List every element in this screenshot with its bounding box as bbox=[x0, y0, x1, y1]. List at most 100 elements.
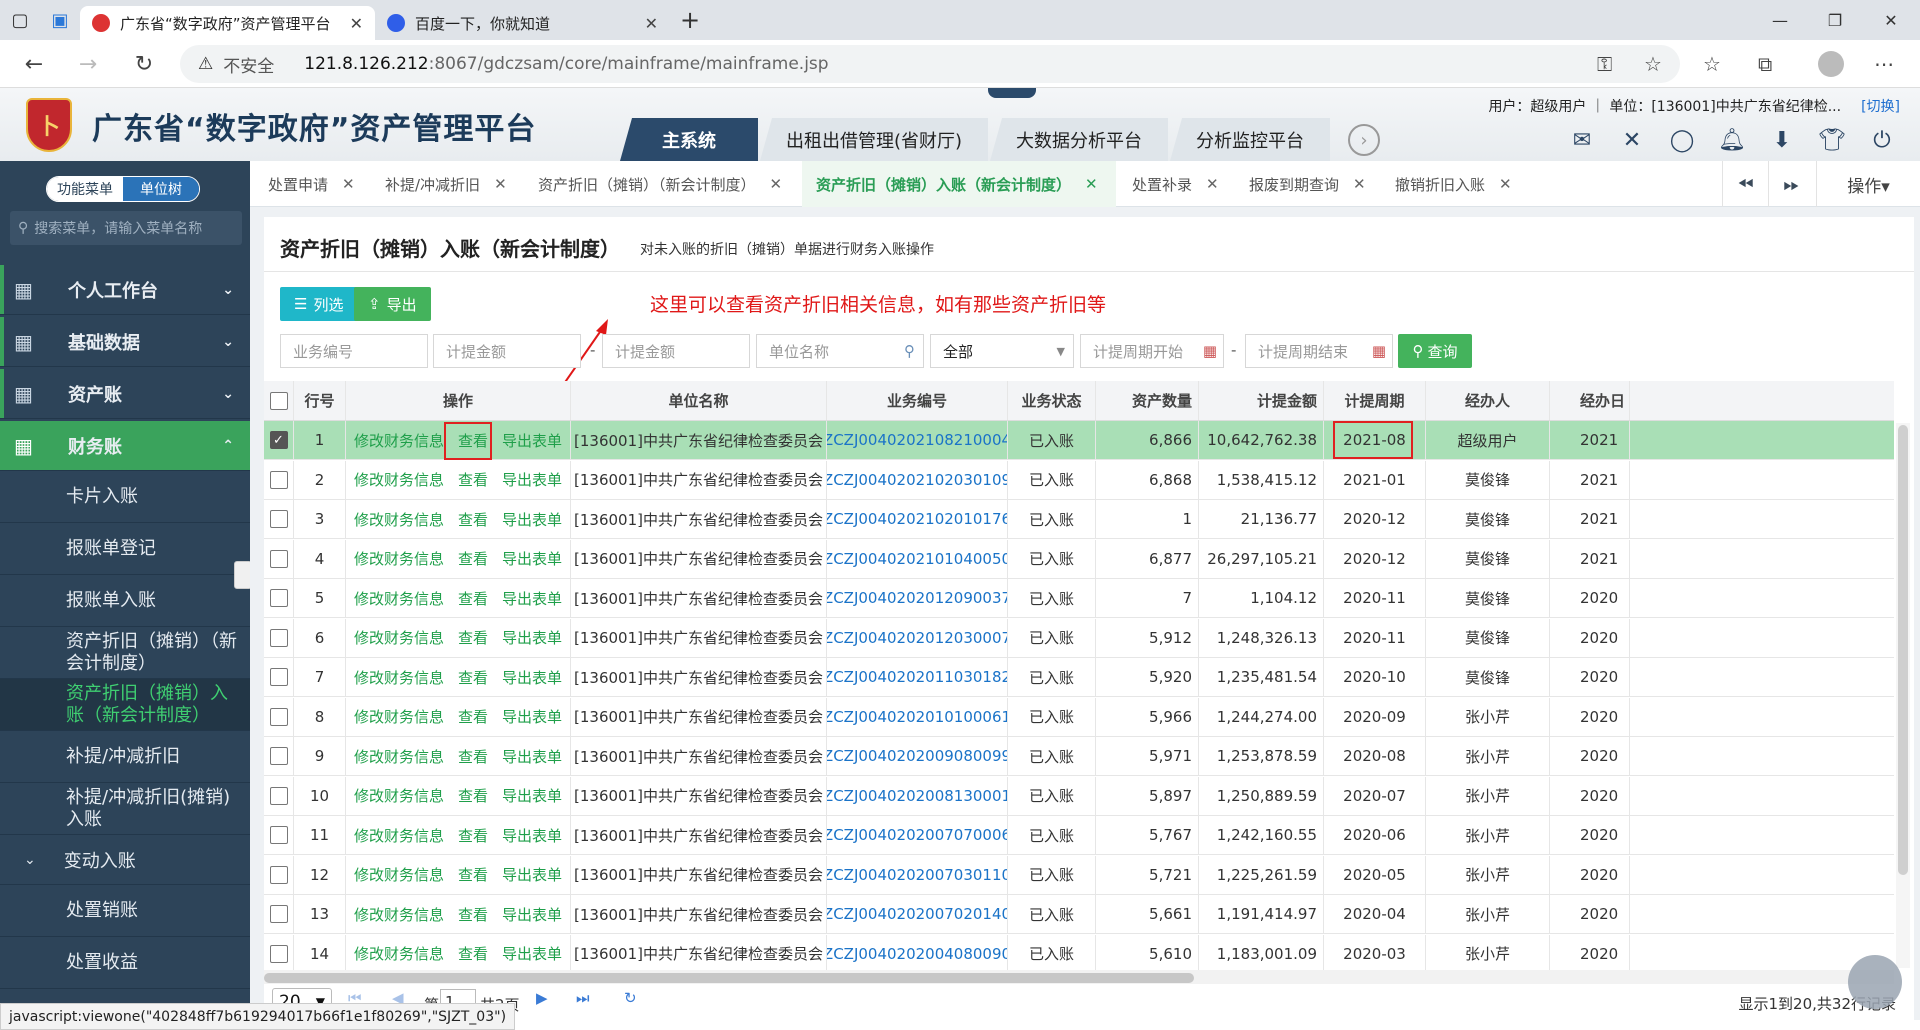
header-cell[interactable]: 计提金额 bbox=[1199, 381, 1324, 420]
seg-unit-tree[interactable]: 单位树 bbox=[123, 177, 199, 201]
table-row[interactable]: 修改财务信息 查看 导出表单 13 [136001]中共广东省纪律检查委员会 ZCZJ00… bbox=[264, 895, 1894, 934]
search-icon[interactable]: ◯ bbox=[1668, 126, 1696, 154]
edit-finance-link[interactable]: 修改财务信息 bbox=[354, 667, 444, 688]
refresh-icon[interactable]: ↻ bbox=[624, 989, 637, 1007]
export-form-link[interactable]: 导出表单 bbox=[502, 825, 562, 846]
tab-disposal-apply[interactable]: 处置申请 ✕ bbox=[268, 161, 355, 207]
export-form-link[interactable]: 导出表单 bbox=[502, 548, 562, 569]
download-icon[interactable]: ⬇ bbox=[1768, 126, 1796, 154]
close-icon[interactable]: ✕ bbox=[342, 175, 355, 193]
period-end-input[interactable]: 计提周期结束 ▦ bbox=[1245, 334, 1393, 368]
sidebar-item-disposal[interactable]: 处置销账 bbox=[0, 885, 250, 937]
table-row[interactable]: 修改财务信息 查看 导出表单 6 [136001]中共广东省纪律检查委员会 ZCZJ004… bbox=[264, 618, 1894, 658]
maximize-icon[interactable]: ❐ bbox=[1810, 0, 1860, 40]
sidebar-group-change-entry[interactable]: ⌄ 变动入账 bbox=[0, 835, 250, 885]
cell-biz-text[interactable]: ZCZJ0040202108210004 bbox=[827, 431, 1007, 449]
row-checkbox[interactable] bbox=[269, 628, 288, 647]
row-checkbox[interactable]: ✓ bbox=[269, 431, 288, 449]
table-row[interactable]: ✓ 修改财务信息 查看 导出表单 1 [136001]中共广东省纪律检查委员会 ZCZJ00… bbox=[264, 421, 1894, 460]
edit-finance-link[interactable]: 修改财务信息 bbox=[354, 469, 444, 490]
key-icon[interactable]: ⚿ bbox=[1597, 52, 1612, 76]
close-icon[interactable]: ✕ bbox=[1353, 175, 1366, 193]
header-cell[interactable]: 业务状态 bbox=[1008, 381, 1096, 420]
minimize-icon[interactable]: — bbox=[1755, 0, 1805, 40]
biz-no-input[interactable]: 业务编号 bbox=[280, 334, 428, 368]
view-link[interactable]: 查看 bbox=[458, 943, 488, 964]
export-form-link[interactable]: 导出表单 bbox=[502, 627, 562, 648]
next-page-icon[interactable]: ▶ bbox=[536, 989, 548, 1007]
browser-tab-active[interactable]: 广东省“数字政府”资产管理平台 ✕ bbox=[80, 6, 375, 40]
view-link[interactable]: 查看 bbox=[458, 509, 488, 530]
close-icon[interactable]: ✕ bbox=[1206, 175, 1219, 193]
view-link[interactable]: 查看 bbox=[458, 627, 488, 648]
header-cell[interactable]: 单位名称 bbox=[571, 381, 827, 420]
new-tab-icon[interactable]: + bbox=[670, 0, 710, 40]
calendar-icon[interactable]: ▦ bbox=[1372, 342, 1386, 360]
export-form-link[interactable]: 导出表单 bbox=[502, 785, 562, 806]
edit-finance-link[interactable]: 修改财务信息 bbox=[354, 904, 444, 925]
row-checkbox[interactable] bbox=[269, 905, 288, 923]
table-row[interactable]: 修改财务信息 查看 导出表单 9 [136001]中共广东省纪律检查委员会 ZCZJ004… bbox=[264, 737, 1894, 776]
collections-icon[interactable]: ▣ bbox=[40, 0, 80, 40]
edit-finance-link[interactable]: 修改财务信息 bbox=[354, 785, 444, 806]
row-checkbox[interactable] bbox=[269, 747, 288, 765]
calendar-icon[interactable]: ▦ bbox=[1203, 342, 1217, 360]
power-icon[interactable]: ⏻ bbox=[1868, 126, 1896, 154]
select-all-checkbox[interactable] bbox=[269, 391, 288, 410]
table-row[interactable]: 修改财务信息 查看 导出表单 8 [136001]中共广东省纪律检查委员会 ZCZJ004… bbox=[264, 697, 1894, 737]
edit-finance-link[interactable]: 修改财务信息 bbox=[354, 548, 444, 569]
row-checkbox[interactable] bbox=[269, 470, 288, 489]
edit-finance-link[interactable]: 修改财务信息 bbox=[354, 746, 444, 767]
row-checkbox[interactable] bbox=[269, 549, 288, 568]
cell-biz-text[interactable]: ZCZJ0040202010100061 bbox=[827, 708, 1007, 726]
status-select[interactable]: 全部 ▼ bbox=[930, 334, 1074, 368]
profile-icon[interactable] bbox=[1818, 51, 1844, 77]
theme-icon[interactable]: 👕︎ bbox=[1818, 126, 1846, 154]
sidebar-item-disposal-income[interactable]: 处置收益 bbox=[0, 937, 250, 989]
close-tab-icon[interactable]: ✕ bbox=[645, 14, 658, 33]
view-link[interactable]: 查看 bbox=[458, 825, 488, 846]
table-row[interactable]: 修改财务信息 查看 导出表单 10 [136001]中共广东省纪律检查委员会 ZCZJ00… bbox=[264, 776, 1894, 816]
view-link[interactable]: 查看 bbox=[458, 588, 488, 609]
tab-bigdata[interactable]: 大数据分析平台 bbox=[990, 118, 1169, 161]
horizontal-scrollbar[interactable] bbox=[264, 970, 1894, 984]
edit-finance-link[interactable]: 修改财务信息 bbox=[354, 430, 444, 451]
close-icon[interactable]: ✕ bbox=[1085, 175, 1098, 193]
export-form-link[interactable]: 导出表单 bbox=[502, 706, 562, 727]
tab-actions-icon[interactable]: ▢ bbox=[0, 0, 40, 40]
favorites-icon[interactable]: ☆ bbox=[1703, 52, 1721, 76]
sidebar-item-bill-register[interactable]: 报账单登记 bbox=[0, 523, 250, 575]
menu-personal[interactable]: ▦ 个人工作台 ⌄ bbox=[0, 265, 250, 315]
view-link[interactable]: 查看 bbox=[458, 706, 488, 727]
search-icon[interactable]: ⚲ bbox=[904, 342, 915, 360]
url-field[interactable]: ⚠ 不安全 121.8.126.212 :8067/gdczsam/core/m… bbox=[180, 45, 1680, 83]
menu-search-input[interactable]: ⚲ 搜索菜单，请输入菜单名称 bbox=[10, 211, 242, 245]
cell-biz-text[interactable]: ZCZJ0040202102030109 bbox=[827, 471, 1007, 489]
edit-finance-link[interactable]: 修改财务信息 bbox=[354, 825, 444, 846]
cell-biz-text[interactable]: ZCZJ0040202004080090 bbox=[827, 945, 1007, 963]
export-form-link[interactable]: 导出表单 bbox=[502, 509, 562, 530]
menu-finance-ledger[interactable]: ▦ 财务账 ⌃ bbox=[0, 421, 250, 471]
sidebar-item-adjust-depreciation[interactable]: 补提/冲减折旧 bbox=[0, 731, 250, 783]
tab-depreciation-entry[interactable]: 资产折旧（摊销）入账（新会计制度） ✕ bbox=[802, 161, 1116, 207]
export-form-link[interactable]: 导出表单 bbox=[502, 943, 562, 964]
edit-finance-link[interactable]: 修改财务信息 bbox=[354, 943, 444, 964]
view-link[interactable]: 查看 bbox=[458, 785, 488, 806]
cell-biz-text[interactable]: ZCZJ0040202101040050 bbox=[827, 550, 1007, 568]
header-cell[interactable]: 计提周期 bbox=[1324, 381, 1426, 420]
header-cell[interactable]: 资产数量 bbox=[1096, 381, 1199, 420]
export-form-link[interactable]: 导出表单 bbox=[502, 904, 562, 925]
menu-asset-ledger[interactable]: ▦ 资产账 ⌄ bbox=[0, 369, 250, 419]
view-link[interactable]: 查看 bbox=[458, 469, 488, 490]
cell-biz-text[interactable]: ZCZJ0040202007030110 bbox=[827, 866, 1007, 884]
close-tab-icon[interactable]: ✕ bbox=[350, 14, 363, 33]
floating-bell-button[interactable] bbox=[1848, 955, 1902, 1009]
table-row[interactable]: 修改财务信息 查看 导出表单 12 [136001]中共广东省纪律检查委员会 ZCZJ00… bbox=[264, 855, 1894, 895]
menu-basic-data[interactable]: ▦ 基础数据 ⌄ bbox=[0, 317, 250, 367]
header-collapse-handle[interactable] bbox=[988, 88, 1036, 98]
tab-scrap-query[interactable]: 报废到期查询 ✕ bbox=[1249, 161, 1366, 207]
close-icon[interactable]: ✕ bbox=[494, 175, 507, 193]
row-checkbox[interactable] bbox=[269, 865, 288, 884]
row-checkbox[interactable] bbox=[269, 589, 288, 607]
table-row[interactable]: 修改财务信息 查看 导出表单 5 [136001]中共广东省纪律检查委员会 ZCZJ004… bbox=[264, 579, 1894, 618]
